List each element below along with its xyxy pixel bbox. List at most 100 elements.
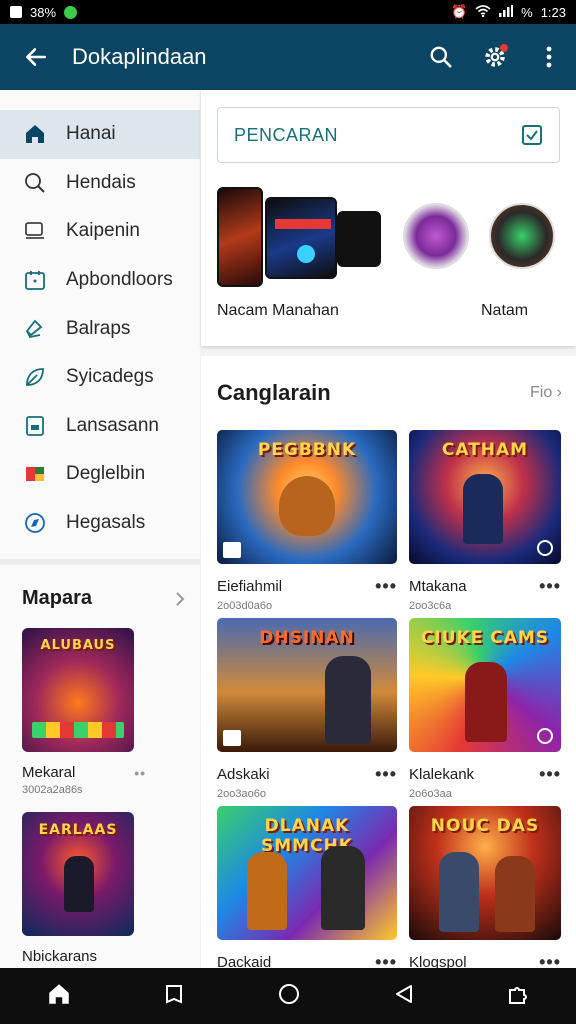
- back-button[interactable]: [0, 24, 72, 90]
- game-title: Adskaki: [217, 766, 270, 783]
- sidebar-item-page[interactable]: Lansasann: [0, 402, 200, 451]
- alarm-icon: ⏰: [450, 4, 468, 19]
- game-card[interactable]: PEGBBNK Eiefiahmil ••• 2o03d0a6o: [217, 430, 397, 618]
- rating-badge: [223, 542, 241, 558]
- sidebar-item-label: Hendais: [66, 171, 136, 193]
- more-options-icon[interactable]: ••: [134, 765, 146, 781]
- game-card[interactable]: CATHAM Mtakana ••• 2oo3c6a: [409, 430, 561, 618]
- system-nav-bar: [0, 968, 576, 1024]
- sidebar-item-calendar[interactable]: Apbondloors: [0, 256, 200, 305]
- rating-badge: [537, 540, 553, 556]
- wifi-icon: [475, 4, 491, 20]
- monitor-icon: [25, 222, 44, 240]
- featured-art-orb: [297, 245, 315, 263]
- game-cover-image: EARLAAS: [22, 812, 134, 937]
- game-cover-image: CATHAM: [409, 430, 561, 564]
- square-icon: [166, 984, 183, 1004]
- more-options-icon[interactable]: •••: [375, 764, 397, 785]
- cover-title-art: CATHAM: [441, 440, 529, 460]
- game-cover-image: CIUKE CAMS: [409, 618, 561, 752]
- page-icon: [26, 415, 44, 436]
- sidebar-item-compass[interactable]: Hegasals: [0, 499, 200, 548]
- game-title: Nbickarans: [22, 948, 98, 966]
- home-circle-button[interactable]: [277, 982, 301, 1011]
- cover-title-art: EARLAAS: [38, 822, 118, 839]
- featured-avatar[interactable]: [489, 203, 555, 269]
- home-icon: [26, 125, 44, 144]
- search-input[interactable]: PENCARAN: [217, 107, 560, 163]
- notification-icon: [10, 6, 22, 18]
- sidebar-item-puzzle[interactable]: Deglelbin: [0, 450, 200, 499]
- main-content: PENCARAN Nacam Manahan Natam Canglarain …: [201, 90, 576, 972]
- sidebar-game-card[interactable]: ALUBAUS Mekaral •• 3002a2a86s: [22, 628, 200, 796]
- signal-icon: [499, 4, 514, 20]
- see-more-label: Fio: [529, 384, 553, 401]
- game-cover-image: DHSINAN: [217, 618, 397, 752]
- sidebar-item-label: Balraps: [66, 317, 131, 339]
- cover-character: [325, 656, 371, 744]
- puzzle-icon: [26, 467, 44, 482]
- game-card[interactable]: DHSINAN Adskaki ••• 2oo3ao6o: [217, 618, 397, 806]
- home-button[interactable]: [46, 981, 72, 1012]
- sidebar-item-search[interactable]: Hendais: [0, 159, 200, 208]
- back-nav-button[interactable]: [393, 983, 415, 1010]
- game-card[interactable]: NOUC DAS Klogspol •••: [409, 806, 561, 994]
- more-options-icon[interactable]: •••: [539, 576, 561, 597]
- status-bar: 38% ⏰ % 1:23: [0, 0, 576, 24]
- featured-art-stripe: [275, 219, 331, 229]
- search-button[interactable]: [414, 24, 468, 90]
- game-subtitle: 2oo3ao6o: [217, 788, 266, 800]
- game-subtitle: 2o6o3aa: [409, 788, 452, 800]
- featured-item[interactable]: [337, 211, 381, 267]
- more-options-icon[interactable]: •••: [539, 764, 561, 785]
- sidebar-item-leaf[interactable]: Syicadegs: [0, 353, 200, 402]
- game-subtitle: 3002a2a86s: [22, 784, 83, 797]
- settings-button[interactable]: [468, 24, 522, 90]
- game-title: Mekaral: [22, 764, 76, 782]
- more-options-icon[interactable]: •••: [375, 576, 397, 597]
- game-card[interactable]: DLANAK SMMCHK Dackaid •••: [217, 806, 397, 994]
- leaf-icon: [26, 368, 44, 387]
- featured-label: Natam: [481, 302, 529, 319]
- sidebar-item-label: Hegasals: [66, 512, 146, 534]
- game-cover-image: DLANAK SMMCHK: [217, 806, 397, 940]
- cover-character: [247, 852, 287, 930]
- games-grid: PEGBBNK Eiefiahmil ••• 2o03d0a6o CATHAM M…: [217, 430, 576, 994]
- featured-carousel: [217, 187, 560, 289]
- overflow-menu-button[interactable]: [522, 24, 576, 90]
- sidebar-section-title: Mapara: [22, 587, 93, 610]
- sidebar-item-home[interactable]: Hanai: [0, 110, 200, 159]
- assistant-button[interactable]: [506, 982, 530, 1011]
- game-title: Mtakana: [409, 578, 467, 595]
- tag-icon: [25, 319, 43, 338]
- game-title: Klalekank: [409, 766, 475, 783]
- sidebar-game-card[interactable]: EARLAAS Nbickarans: [22, 812, 200, 965]
- game-cover-image: PEGBBNK: [217, 430, 397, 564]
- sidebar-item-monitor[interactable]: Kaipenin: [0, 207, 200, 256]
- game-card[interactable]: CIUKE CAMS Klalekank ••• 2o6o3aa: [409, 618, 561, 806]
- notification-dot: [500, 44, 508, 52]
- cover-title-art: PEGBBNK: [257, 440, 357, 460]
- see-more-link[interactable]: Fio ›: [530, 384, 562, 402]
- featured-avatar[interactable]: [403, 203, 469, 269]
- game-subtitle: 2o03d0a6o: [217, 600, 273, 612]
- battery-text: %: [521, 4, 533, 20]
- sidebar-item-tags[interactable]: Balraps: [0, 304, 200, 353]
- game-cover-image: NOUC DAS: [409, 806, 561, 940]
- checkbox-icon[interactable]: [521, 124, 543, 146]
- cover-character: [465, 662, 507, 742]
- sidebar-item-label: Syicadegs: [66, 366, 154, 388]
- sidebar-item-label: Apbondloors: [66, 269, 173, 291]
- featured-item[interactable]: [265, 197, 337, 279]
- cover-character: [279, 476, 335, 536]
- sidebar-section-header[interactable]: Mapara: [0, 565, 200, 610]
- cover-title-art: NOUC DAS: [430, 816, 540, 836]
- rating-badge: [223, 730, 241, 746]
- app-bar: Dokaplindaan: [0, 24, 576, 90]
- cover-character: [463, 474, 503, 544]
- cover-title-art: CIUKE CAMS: [420, 628, 550, 648]
- featured-item[interactable]: [217, 187, 263, 287]
- recents-button[interactable]: [163, 983, 185, 1010]
- featured-label: Nacam Manahan: [217, 302, 339, 319]
- sidebar: Hanai Hendais Kaipenin Apbondloors Balra…: [0, 90, 200, 968]
